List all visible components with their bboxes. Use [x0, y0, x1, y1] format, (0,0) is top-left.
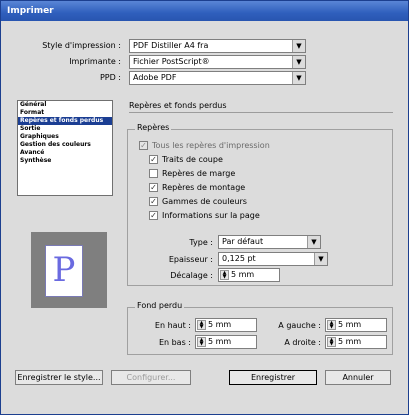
configure-button[interactable]: Configurer... [111, 370, 191, 385]
ppd-select[interactable]: Adobe PDF ▼ [129, 71, 306, 85]
spinner-arrows-icon[interactable]: ▲ ▼ [220, 270, 229, 280]
spinner-arrows-icon[interactable]: ▲ ▼ [197, 337, 206, 347]
nav-item-summary[interactable]: Synthèse [18, 157, 112, 165]
check-icon: ✓ [149, 183, 158, 192]
bleed-right-value: 5 mm [338, 337, 362, 346]
ppd-label: PPD : [99, 73, 121, 82]
bleed-right-label: A droite : [284, 338, 321, 347]
section-title: Repères et fonds perdus [129, 101, 227, 110]
bleed-top-value: 5 mm [208, 320, 232, 329]
print-style-label: Style d'impression : [42, 41, 121, 50]
spinner-arrows-icon[interactable]: ▲ ▼ [327, 337, 336, 347]
bleed-bottom-label: En bas : [158, 338, 191, 347]
bleed-right-spinner[interactable]: ▲ ▼ 5 mm [325, 335, 387, 349]
weight-select[interactable]: 0,125 pt ▼ [218, 252, 328, 266]
bleed-left-label: A gauche : [278, 321, 321, 330]
bleed-top-label: En haut : [154, 321, 191, 330]
marks-type-select[interactable]: Par défaut ▼ [218, 235, 321, 249]
checkbox-empty-icon [149, 169, 158, 178]
cancel-button[interactable]: Annuler [325, 370, 391, 385]
print-style-value: PDF Distiller A4 fra [133, 41, 209, 50]
offset-spinner[interactable]: ▲ ▼ 5 mm [218, 268, 280, 282]
all-marks-checkbox[interactable]: ✓ Tous les repères d'impression [139, 140, 270, 151]
title-bar: Imprimer [1, 1, 408, 21]
bleed-top-spinner[interactable]: ▲ ▼ 5 mm [195, 318, 257, 332]
bleed-bottom-value: 5 mm [208, 337, 232, 346]
settings-nav-list: Général Format Repères et fonds perdus S… [17, 100, 113, 196]
nav-item-advanced[interactable]: Avancé [18, 149, 112, 157]
save-button[interactable]: Enregistrer [229, 370, 317, 385]
check-icon: ✓ [139, 141, 148, 150]
chevron-down-icon[interactable]: ▼ [292, 40, 305, 52]
spinner-arrows-icon[interactable]: ▲ ▼ [197, 320, 206, 330]
page-preview: P [31, 232, 107, 308]
color-bars-label: Gammes de couleurs [162, 197, 247, 206]
nav-item-color-management[interactable]: Gestion des couleurs [18, 141, 112, 149]
print-style-select[interactable]: PDF Distiller A4 fra ▼ [129, 39, 306, 53]
printer-label: Imprimante : [69, 57, 121, 66]
printer-value: Fichier PostScript® [133, 57, 210, 66]
trim-marks-checkbox[interactable]: ✓ Traits de coupe [149, 154, 223, 165]
nav-item-graphics[interactable]: Graphiques [18, 133, 112, 141]
bleed-group-title: Fond perdu [135, 301, 185, 310]
chevron-down-icon[interactable]: ▼ [292, 72, 305, 84]
chevron-down-icon[interactable]: ▼ [307, 236, 320, 248]
section-divider [129, 112, 393, 113]
bleed-left-value: 5 mm [338, 320, 362, 329]
check-icon: ✓ [149, 197, 158, 206]
marks-type-label: Type : [189, 238, 213, 247]
margin-marks-label: Repères de marge [162, 169, 236, 178]
offset-value: 5 mm [231, 270, 255, 279]
check-icon: ✓ [149, 155, 158, 164]
registration-marks-checkbox[interactable]: ✓ Repères de montage [149, 182, 245, 193]
marks-group-title: Repères [135, 123, 172, 132]
nav-item-output[interactable]: Sortie [18, 125, 112, 133]
chevron-down-icon[interactable]: ▼ [314, 253, 327, 265]
weight-label: Epaisseur : [168, 255, 213, 264]
check-icon: ✓ [149, 211, 158, 220]
ppd-value: Adobe PDF [133, 73, 177, 82]
nav-item-format[interactable]: Format [18, 109, 112, 117]
margin-marks-checkbox[interactable]: Repères de marge [149, 168, 235, 179]
trim-marks-label: Traits de coupe [162, 155, 223, 164]
nav-item-marks-bleed[interactable]: Repères et fonds perdus [18, 117, 112, 125]
save-style-button[interactable]: Enregistrer le style... [15, 370, 103, 385]
preview-page: P [45, 245, 83, 297]
color-bars-checkbox[interactable]: ✓ Gammes de couleurs [149, 196, 247, 207]
nav-item-general[interactable]: Général [18, 101, 112, 109]
preview-letter: P [52, 250, 76, 290]
all-marks-label: Tous les repères d'impression [152, 141, 270, 150]
registration-marks-label: Repères de montage [162, 183, 246, 192]
chevron-down-icon[interactable]: ▼ [292, 56, 305, 68]
marks-type-value: Par défaut [222, 237, 264, 246]
page-info-checkbox[interactable]: ✓ Informations sur la page [149, 210, 260, 221]
offset-label: Décalage : [170, 271, 213, 280]
weight-value: 0,125 pt [222, 254, 256, 263]
print-dialog: Imprimer Style d'impression : PDF Distil… [0, 0, 409, 415]
bleed-left-spinner[interactable]: ▲ ▼ 5 mm [325, 318, 387, 332]
spinner-arrows-icon[interactable]: ▲ ▼ [327, 320, 336, 330]
bleed-bottom-spinner[interactable]: ▲ ▼ 5 mm [195, 335, 257, 349]
page-info-label: Informations sur la page [162, 211, 260, 220]
printer-select[interactable]: Fichier PostScript® ▼ [129, 55, 306, 69]
